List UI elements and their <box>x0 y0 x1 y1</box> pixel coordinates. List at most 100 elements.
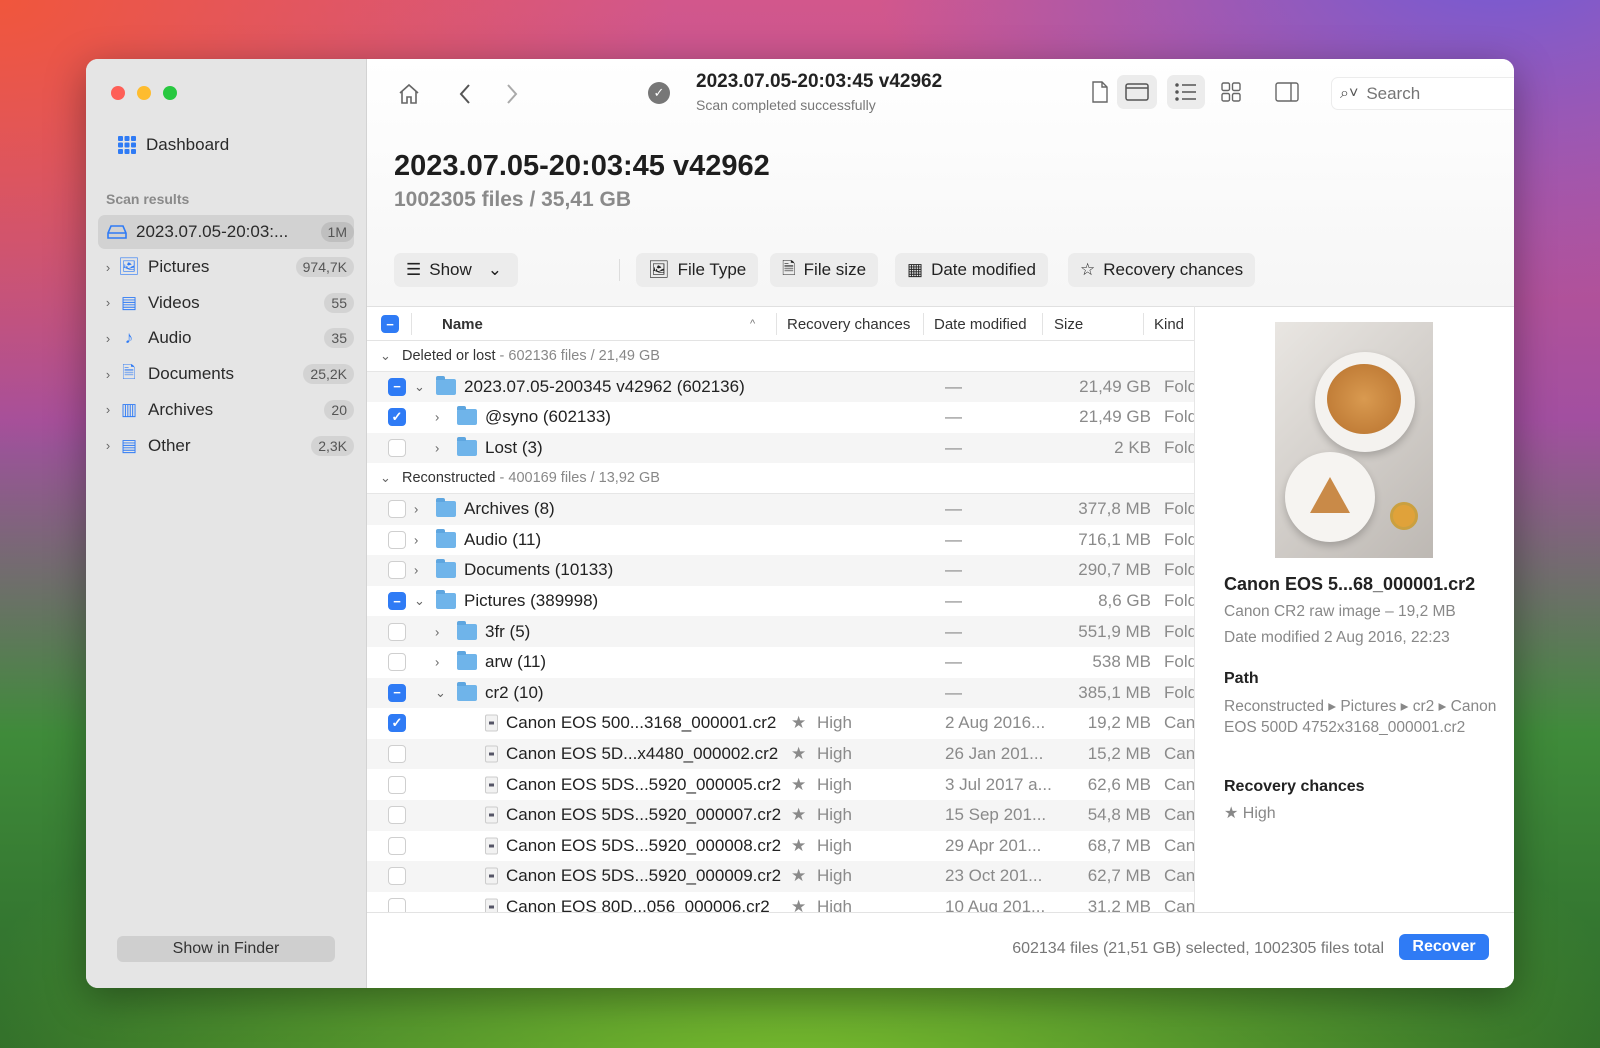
chevron-right-icon[interactable]: › <box>414 532 418 547</box>
chevron-right-icon[interactable]: › <box>98 402 118 417</box>
chevron-right-icon[interactable]: › <box>414 563 418 578</box>
chevron-right-icon[interactable]: › <box>98 331 118 346</box>
column-header-size[interactable]: Size <box>1054 316 1083 333</box>
sidebar-item-scan[interactable]: 2023.07.05-20:03:... 1M <box>98 215 354 249</box>
table-row[interactable]: Canon EOS 5DS...5920_000008.cr2 ★ High 29 A… <box>367 831 1194 862</box>
chevron-right-icon[interactable]: › <box>98 367 118 382</box>
table-row[interactable]: › Archives (8) — 377,8 MB Folder <box>367 494 1194 525</box>
zoom-window-button[interactable] <box>163 86 177 100</box>
folder-view-button[interactable] <box>1117 75 1157 109</box>
row-name: Canon EOS 5DS...5920_000008.cr2 <box>506 835 782 855</box>
column-header-date[interactable]: Date modified <box>934 316 1027 333</box>
row-checkbox[interactable] <box>388 775 406 794</box>
chevron-down-icon[interactable]: ⌄ <box>380 470 391 486</box>
row-checkbox[interactable]: − <box>388 377 406 396</box>
home-button[interactable] <box>393 79 425 109</box>
close-window-button[interactable] <box>111 86 125 100</box>
group-header[interactable]: ⌄ Reconstructed - 400169 files / 13,92 GB <box>367 463 1194 494</box>
row-checkbox[interactable] <box>388 836 406 855</box>
row-recovery: High <box>817 897 852 912</box>
chevron-right-icon[interactable]: › <box>435 655 439 670</box>
group-header[interactable]: ⌄ Deleted or lost - 602136 files / 21,49 … <box>367 341 1194 372</box>
section-title: Scan results <box>106 191 190 207</box>
table-row[interactable]: − ⌄ 2023.07.05-200345 v42962 (602136) — 21,4… <box>367 371 1194 403</box>
toggle-details-panel-button[interactable] <box>1271 75 1303 109</box>
chevron-right-icon[interactable]: › <box>414 502 418 517</box>
row-date: — <box>945 499 962 519</box>
sidebar-item-audio[interactable]: › ♪ Audio 35 <box>98 321 354 355</box>
file-size-filter-button[interactable]: 🗎 File size <box>770 253 879 287</box>
row-kind: Folder <box>1164 376 1194 396</box>
table-row[interactable]: › 3fr (5) — 551,9 MB Folder <box>367 616 1194 647</box>
sidebar-item-videos[interactable]: › ▤ Videos 55 <box>98 286 354 320</box>
table-row[interactable]: Canon EOS 5DS...5920_000005.cr2 ★ High 3 Ju… <box>367 769 1194 800</box>
table-row[interactable]: −⌄ Pictures (389998) — 8,6 GB Folder <box>367 586 1194 617</box>
table-row[interactable]: › arw (11) — 538 MB Folder <box>367 647 1194 678</box>
table-row[interactable]: › Lost (3) — 2 KB Folder <box>367 432 1194 464</box>
row-checkbox[interactable] <box>388 439 406 458</box>
row-checkbox[interactable] <box>388 500 406 519</box>
row-checkbox[interactable]: ✓ <box>388 408 406 427</box>
chevron-right-icon[interactable]: › <box>98 260 118 275</box>
column-header-recovery[interactable]: Recovery chances <box>787 316 910 333</box>
chevron-down-icon[interactable]: ⌄ <box>380 348 391 364</box>
recover-button[interactable]: Recover <box>1399 934 1489 960</box>
row-checkbox[interactable] <box>388 653 406 672</box>
file-view-button[interactable] <box>1085 75 1115 109</box>
sidebar-item-archives[interactable]: › ▥ Archives 20 <box>98 393 354 427</box>
show-in-finder-button[interactable]: Show in Finder <box>117 936 335 962</box>
sidebar-item-documents[interactable]: › 🗎 Documents 25,2K <box>98 357 354 391</box>
table-row[interactable]: › Documents (10133) — 290,7 MB Folder <box>367 555 1194 586</box>
sidebar-item-other[interactable]: › ▤ Other 2,3K <box>98 429 354 463</box>
file-type-filter-button[interactable]: 🖼 File Type <box>636 253 759 287</box>
search-field[interactable]: ⌕˅ <box>1331 77 1514 110</box>
row-checkbox[interactable] <box>388 530 406 549</box>
row-checkbox[interactable]: ✓ <box>388 714 406 733</box>
chevron-right-icon[interactable]: › <box>435 624 439 639</box>
chevron-right-icon[interactable]: › <box>98 295 118 310</box>
table-row[interactable]: Canon EOS 80D...056_000006.cr2 ★ High 10 Au… <box>367 892 1194 912</box>
forward-button[interactable] <box>500 79 524 109</box>
row-checkbox[interactable] <box>388 745 406 764</box>
table-header: − Name ^ Recovery chances Date modified … <box>367 307 1194 341</box>
chevron-right-icon[interactable]: › <box>98 438 118 453</box>
row-kind: Folder <box>1164 438 1194 458</box>
list-view-button[interactable] <box>1167 75 1205 109</box>
list-icon <box>1175 83 1196 101</box>
table-row[interactable]: › Audio (11) — 716,1 MB Folder <box>367 525 1194 556</box>
grid-view-button[interactable] <box>1215 75 1247 109</box>
chevron-right-icon[interactable]: › <box>435 441 439 456</box>
chevron-down-icon[interactable]: ⌄ <box>414 593 425 609</box>
row-checkbox[interactable] <box>388 561 406 580</box>
search-input[interactable] <box>1366 83 1514 104</box>
select-all-checkbox[interactable]: − <box>381 315 399 333</box>
row-checkbox[interactable]: − <box>388 683 406 702</box>
row-checkbox[interactable]: − <box>388 592 406 611</box>
date-modified-filter-button[interactable]: ▦ Date modified <box>895 253 1048 287</box>
row-size: 8,6 GB <box>1098 591 1151 611</box>
back-button[interactable] <box>453 79 477 109</box>
chevron-right-icon[interactable]: › <box>435 410 439 425</box>
sidebar-item-dashboard[interactable]: Dashboard <box>116 128 372 162</box>
calendar-icon: ▦ <box>907 260 924 279</box>
column-header-kind[interactable]: Kind <box>1154 316 1184 333</box>
selection-status: 602134 files (21,51 GB) selected, 100230… <box>1012 940 1384 957</box>
column-header-name[interactable]: Name <box>442 316 483 333</box>
minimize-window-button[interactable] <box>137 86 151 100</box>
row-checkbox[interactable] <box>388 898 406 912</box>
row-checkbox[interactable] <box>388 622 406 641</box>
table-row[interactable]: − ⌄ cr2 (10) — 385,1 MB Folder <box>367 677 1194 709</box>
recovery-chances-filter-button[interactable]: ☆ Recovery chances <box>1068 253 1256 287</box>
show-filter-button[interactable]: ☰ Show ⌄ <box>394 253 518 287</box>
table-row[interactable]: Canon EOS 5DS...5920_000007.cr2 ★ High 15 S… <box>367 800 1194 831</box>
chevron-down-icon[interactable]: ⌄ <box>435 685 446 701</box>
chevron-down-icon[interactable]: ⌄ <box>414 379 425 395</box>
sidebar-item-pictures[interactable]: › 🖼 Pictures 974,7K <box>98 250 354 284</box>
table-row[interactable]: Canon EOS 5D...x4480_000002.cr2 ★ High 26 J… <box>367 738 1194 770</box>
table-row[interactable]: ✓ Canon EOS 500...3168_000001.cr2 ★ High 2 A… <box>367 708 1194 739</box>
sidebar-item-label: Pictures <box>148 257 210 276</box>
row-checkbox[interactable] <box>388 867 406 886</box>
row-checkbox[interactable] <box>388 806 406 825</box>
table-row[interactable]: Canon EOS 5DS...5920_000009.cr2 ★ High 23 O… <box>367 861 1194 892</box>
table-row[interactable]: ✓ › @syno (602133) — 21,49 GB Folder <box>367 402 1194 433</box>
